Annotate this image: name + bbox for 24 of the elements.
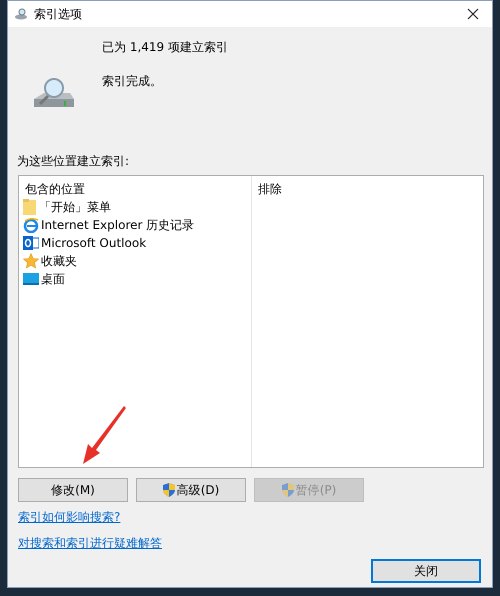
column-header: 排除 bbox=[258, 182, 282, 196]
browser-icon bbox=[23, 217, 39, 233]
mail-icon bbox=[23, 235, 39, 251]
star-icon bbox=[23, 253, 39, 269]
folder-icon bbox=[23, 199, 37, 215]
location-row[interactable]: Microsoft Outlook bbox=[19, 234, 146, 252]
column-header: 包含的位置 bbox=[25, 181, 85, 198]
close-icon bbox=[467, 8, 479, 20]
desktop-icon bbox=[23, 272, 39, 286]
help-link[interactable]: 索引如何影响搜索? bbox=[18, 509, 120, 525]
shield-icon bbox=[162, 483, 175, 497]
indexed-count-text: 已为 1,419 项建立索引 bbox=[102, 39, 228, 55]
action-button[interactable]: 高级(D) bbox=[136, 478, 246, 502]
index-status-text: 索引完成。 bbox=[102, 73, 163, 89]
location-row[interactable]: 「开始」菜单 bbox=[19, 198, 111, 216]
location-row[interactable]: 收藏夹 bbox=[19, 252, 77, 270]
location-row[interactable]: 桌面 bbox=[19, 270, 65, 288]
shield-icon bbox=[282, 483, 294, 497]
close-dialog-button[interactable]: 关闭 bbox=[371, 559, 481, 583]
action-button[interactable]: 修改(M) bbox=[18, 478, 128, 502]
help-link[interactable]: 对搜索和索引进行疑难解答 bbox=[18, 535, 162, 551]
window-title: 索引选项 bbox=[34, 6, 82, 23]
location-row[interactable]: Internet Explorer 历史记录 bbox=[19, 216, 194, 234]
locations-label: 为这些位置建立索引: bbox=[17, 153, 130, 169]
